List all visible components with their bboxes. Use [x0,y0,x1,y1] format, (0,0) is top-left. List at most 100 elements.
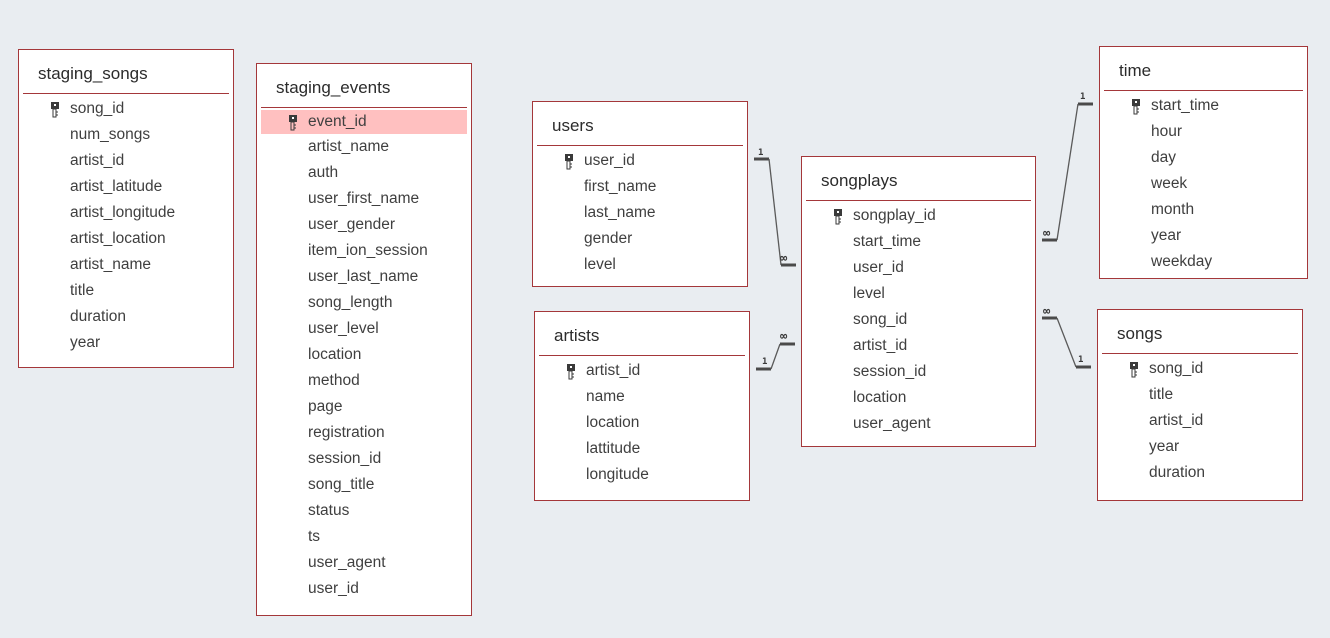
field-name: artist_id [853,337,908,354]
field-name: gender [584,230,633,247]
field-row[interactable]: artist_id [539,358,745,384]
field-row[interactable]: year [1104,223,1303,249]
field-row[interactable]: method [261,368,467,394]
field-row[interactable]: artist_name [261,134,467,160]
field-list: song_idtitle artist_idyear duration [1102,356,1298,486]
field-row[interactable]: day [1104,145,1303,171]
field-row[interactable]: ts [261,524,467,550]
field-row[interactable]: session_id [806,359,1031,385]
field-row[interactable]: songplay_id [806,203,1031,229]
table-time[interactable]: time start_time hour day week month year weekd… [1099,46,1308,279]
field-list: songplay_id start_time user_id level song_id… [806,203,1031,437]
table-songplays[interactable]: songplays songplay_id start_time user_id le… [801,156,1036,447]
field-row[interactable]: artist_id [806,333,1031,359]
field-row[interactable]: song_id [806,307,1031,333]
field-row[interactable]: user_id [537,148,743,174]
field-row[interactable]: artist_id [1102,408,1298,434]
field-row[interactable]: month [1104,197,1303,223]
table-title: staging_events [276,78,391,97]
title-divider [1104,90,1303,91]
field-name: status [308,502,350,519]
field-row[interactable]: longitude [539,462,745,488]
field-row[interactable]: session_id [261,446,467,472]
field-row[interactable]: start_time [806,229,1031,255]
field-row[interactable]: level [806,281,1031,307]
field-row[interactable]: status [261,498,467,524]
field-row[interactable]: item_ion_session [261,238,467,264]
field-row[interactable]: auth [261,160,467,186]
field-name: item_ion_session [308,242,428,259]
field-row[interactable]: weekday [1104,249,1303,275]
table-staging-songs[interactable]: staging_songs song_id num_songs artist_id a… [18,49,234,368]
field-row[interactable]: user_gender [261,212,467,238]
field-row[interactable]: registration [261,420,467,446]
field-name: title [70,282,95,299]
field-row[interactable]: location [806,385,1031,411]
relationship-time-songplays[interactable] [1042,102,1093,242]
field-list: artist_id name location lattitude longitude [539,358,745,488]
field-row[interactable]: song_id [23,96,229,122]
field-row[interactable]: location [539,410,745,436]
field-row[interactable]: level [537,252,743,278]
field-row[interactable]: user_id [261,576,467,602]
field-row[interactable]: user_first_name [261,186,467,212]
field-row[interactable]: last_name [537,200,743,226]
field-row[interactable]: artist_location [23,226,229,252]
field-row[interactable]: year [23,330,229,356]
field-row[interactable]: artist_longitude [23,200,229,226]
field-row[interactable]: first_name [537,174,743,200]
field-row[interactable]: week [1104,171,1303,197]
cardinality-one-label: 1 [1080,92,1086,102]
field-name: year [1149,438,1180,455]
field-name: song_length [308,294,393,311]
field-row[interactable]: num_songs [23,122,229,148]
table-songs[interactable]: songs song_id title artist_id year duration [1097,309,1303,501]
table-staging-events[interactable]: staging_events event_id artist_nameauth us… [256,63,472,616]
field-name: song_id [1149,360,1204,377]
field-row[interactable]: song_length [261,290,467,316]
field-row[interactable]: artist_name [23,252,229,278]
field-row[interactable]: user_last_name [261,264,467,290]
field-list: song_id num_songs artist_id artist_latitude… [23,96,229,356]
field-row[interactable]: user_level [261,316,467,342]
field-row[interactable]: name [539,384,745,410]
field-row[interactable]: lattitude [539,436,745,462]
field-name: auth [308,164,339,181]
table-artists[interactable]: artists artist_id name location lattitude lo… [534,311,750,501]
relationship-users-songplays[interactable] [754,157,796,267]
field-row[interactable]: user_agent [261,550,467,576]
field-name: level [584,256,616,273]
field-row[interactable]: gender [537,226,743,252]
field-row[interactable]: song_id [1102,356,1298,382]
field-row[interactable]: event_id [261,110,467,134]
field-name: first_name [584,178,657,195]
field-row[interactable]: artist_latitude [23,174,229,200]
field-name: location [853,389,907,406]
field-row[interactable]: location [261,342,467,368]
table-users[interactable]: users user_id first_name last_name gender le… [532,101,748,287]
relationship-songs-songplays[interactable] [1042,316,1091,369]
field-name: method [308,372,360,389]
title-divider [537,145,743,146]
field-list: start_time hour day week month year weekday [1104,93,1303,275]
field-row[interactable]: start_time [1104,93,1303,119]
cardinality-many-label: ∞ [1043,226,1051,240]
field-name: location [586,414,640,431]
field-row[interactable]: song_title [261,472,467,498]
table-title: time [1119,61,1152,80]
field-row[interactable]: page [261,394,467,420]
primary-key-icon [1129,361,1139,378]
field-row[interactable]: title [1102,382,1298,408]
field-row[interactable]: user_agent [806,411,1031,437]
field-row[interactable]: title [23,278,229,304]
primary-key-icon [833,208,843,225]
field-row[interactable]: artist_id [23,148,229,174]
field-row[interactable]: duration [1102,460,1298,486]
field-name: user_id [584,152,635,169]
field-row[interactable]: user_id [806,255,1031,281]
field-row[interactable]: hour [1104,119,1303,145]
field-row[interactable]: duration [23,304,229,330]
field-row[interactable]: year [1102,434,1298,460]
field-name: longitude [586,466,649,483]
field-name: day [1151,149,1176,166]
